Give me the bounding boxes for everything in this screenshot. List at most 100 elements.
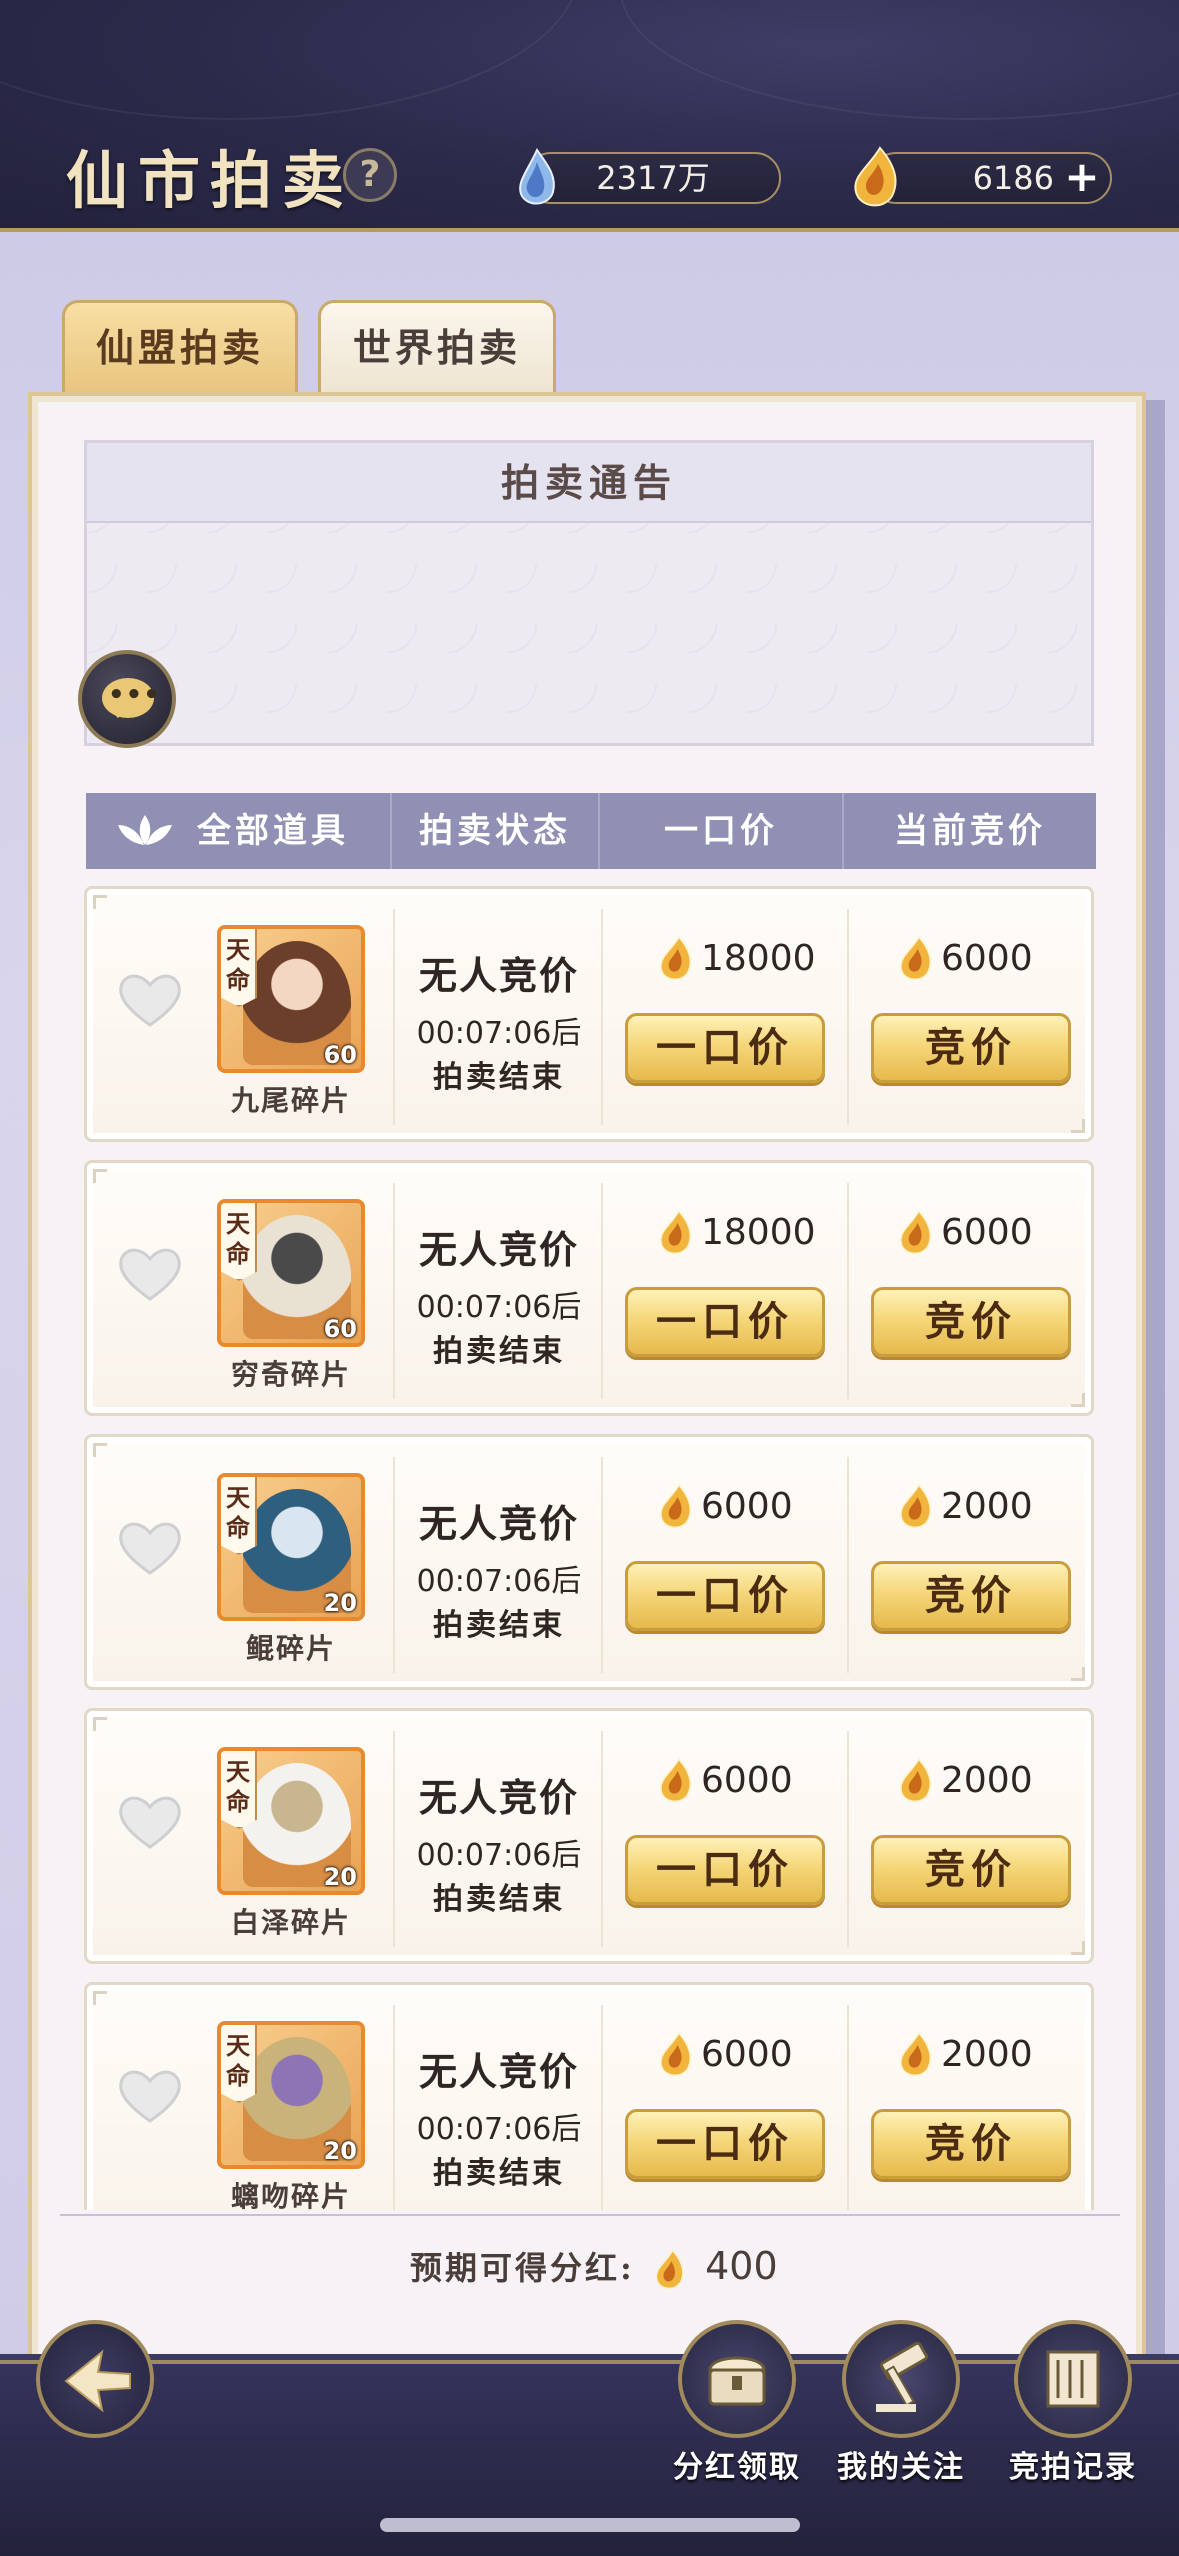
coin-amount: 6186: [972, 159, 1054, 197]
buyout-button[interactable]: 一口价: [625, 1287, 825, 1357]
buyout-price-value: 18000: [701, 938, 816, 979]
column-header: 全部道具 拍卖状态 一口价 当前竞价: [86, 793, 1096, 869]
gem-amount: 2317万: [596, 159, 710, 197]
column-current-bid-label: 当前竞价: [894, 811, 1046, 851]
coin-icon: [655, 2249, 684, 2289]
divider: [60, 2214, 1120, 2216]
buyout-button[interactable]: 一口价: [625, 1561, 825, 1631]
bid-record-button[interactable]: 竞拍记录: [1008, 2320, 1138, 2486]
coin-icon: [660, 2032, 691, 2076]
heart-icon[interactable]: [117, 1517, 183, 1577]
auction-status: 无人竞价 00:07:06后 拍卖结束: [395, 945, 603, 1096]
buyout-button[interactable]: 一口价: [625, 2109, 825, 2179]
current-bid-value: 6000: [941, 938, 1033, 979]
coin-icon: [900, 936, 931, 980]
dividend-label: 预期可得分红:: [410, 2249, 635, 2287]
coin-icon: [660, 1484, 691, 1528]
buyout-price: 18000: [657, 1203, 816, 1263]
bid-button[interactable]: 竞价: [871, 1013, 1071, 1083]
add-currency-button[interactable]: +: [1064, 156, 1100, 198]
time-remaining: 00:07:06后: [416, 1564, 582, 1599]
auction-end-label: 拍卖结束: [433, 1060, 565, 1095]
bid-status: 无人竞价: [418, 1501, 579, 1546]
buyout-price-value: 6000: [701, 1760, 793, 1801]
auction-list[interactable]: 天命 60 九尾碎片 无人竞价 00:07:06后 拍卖结束 18000 600…: [84, 886, 1094, 2210]
time-remaining: 00:07:06后: [416, 1016, 582, 1051]
tab-alliance-auction[interactable]: 仙盟拍卖: [62, 300, 298, 392]
current-bid-value: 2000: [941, 1486, 1033, 1527]
my-watch-label: 我的关注: [837, 2450, 965, 2485]
chat-button[interactable]: •••: [78, 650, 176, 748]
item-count: 60: [323, 1315, 357, 1343]
bid-status: 无人竞价: [418, 1775, 579, 1820]
bid-status: 无人竞价: [418, 953, 579, 998]
buyout-button[interactable]: 一口价: [625, 1835, 825, 1905]
auction-row: 天命 60 九尾碎片 无人竞价 00:07:06后 拍卖结束 18000 600…: [84, 886, 1094, 1142]
bid-button[interactable]: 竞价: [871, 1561, 1071, 1631]
rarity-badge: 天命: [221, 1751, 257, 1829]
item-icon[interactable]: 天命 60: [217, 925, 365, 1073]
item-icon[interactable]: 天命 60: [217, 1199, 365, 1347]
current-bid-value: 6000: [941, 1212, 1033, 1253]
treasure-chest-icon: [708, 2356, 766, 2406]
heart-icon[interactable]: [117, 1791, 183, 1851]
current-bid-price: 6000: [897, 929, 1033, 989]
current-bid-price: 2000: [897, 1751, 1033, 1811]
column-items-label: 全部道具: [197, 811, 349, 851]
expected-dividend: 预期可得分红: 400: [410, 2236, 778, 2296]
heart-icon[interactable]: [117, 1243, 183, 1303]
column-buyout-label: 一口价: [600, 793, 844, 869]
dividend-claim-button[interactable]: 分红领取: [672, 2320, 802, 2486]
current-bid-price: 6000: [897, 1203, 1033, 1263]
rarity-badge: 天命: [221, 2025, 257, 2103]
auction-notice-box: 拍卖通告: [84, 440, 1094, 746]
buyout-button[interactable]: 一口价: [625, 1013, 825, 1083]
coin-currency-display: 6186 +: [854, 146, 1112, 207]
time-remaining: 00:07:06后: [416, 1290, 582, 1325]
bid-button[interactable]: 竞价: [871, 1287, 1071, 1357]
buyout-price: 6000: [657, 2025, 793, 2085]
coin-icon: [660, 936, 691, 980]
item-icon[interactable]: 天命 20: [217, 1747, 365, 1895]
filter-all-items[interactable]: 全部道具: [86, 793, 392, 869]
bid-button[interactable]: 竞价: [871, 2109, 1071, 2179]
gavel-icon: [876, 2341, 928, 2412]
top-bar: 仙市拍卖 ? 2317万 6186 +: [0, 0, 1179, 232]
item-count: 20: [323, 1863, 357, 1891]
item-name: 鲲碎片: [245, 1632, 336, 1665]
current-bid-price: 2000: [897, 1477, 1033, 1537]
heart-icon[interactable]: [117, 969, 183, 1029]
buyout-price: 6000: [657, 1477, 793, 1537]
buyout-price-value: 6000: [701, 2034, 793, 2075]
coin-icon: [660, 1210, 691, 1254]
current-bid-price: 2000: [897, 2025, 1033, 2085]
auction-row: 天命 20 螭吻碎片 无人竞价 00:07:06后 拍卖结束 6000 2000…: [84, 1982, 1094, 2210]
item-name: 白泽碎片: [230, 1906, 351, 1939]
tab-world-auction[interactable]: 世界拍卖: [318, 300, 556, 392]
coin-icon: [900, 2032, 931, 2076]
dividend-value: 400: [705, 2244, 778, 2288]
current-bid-value: 2000: [941, 1760, 1033, 1801]
buyout-price: 18000: [657, 929, 816, 989]
rarity-badge: 天命: [221, 1477, 257, 1555]
gem-currency-display: 2317万: [519, 148, 781, 205]
panel-shadow: [1145, 400, 1165, 2400]
auction-end-label: 拍卖结束: [433, 2156, 565, 2191]
buyout-price: 6000: [657, 1751, 793, 1811]
heart-icon[interactable]: [117, 2065, 183, 2125]
item-icon[interactable]: 天命 20: [217, 2021, 365, 2169]
notice-title: 拍卖通告: [87, 443, 1091, 523]
auction-end-label: 拍卖结束: [433, 1882, 565, 1917]
auction-row: 天命 60 穷奇碎片 无人竞价 00:07:06后 拍卖结束 18000 600…: [84, 1160, 1094, 1416]
auction-row: 天命 20 鲲碎片 无人竞价 00:07:06后 拍卖结束 6000 2000 …: [84, 1434, 1094, 1690]
my-watch-button[interactable]: 我的关注: [836, 2320, 966, 2486]
back-button[interactable]: [36, 2320, 154, 2438]
bid-record-label: 竞拍记录: [1009, 2450, 1137, 2485]
page-title: 仙市拍卖: [66, 144, 355, 217]
help-icon[interactable]: ?: [343, 148, 397, 202]
bid-button[interactable]: 竞价: [871, 1835, 1071, 1905]
home-indicator[interactable]: [380, 2518, 800, 2532]
coin-icon: [900, 1758, 931, 1802]
item-icon[interactable]: 天命 20: [217, 1473, 365, 1621]
time-remaining: 00:07:06后: [416, 1838, 582, 1873]
